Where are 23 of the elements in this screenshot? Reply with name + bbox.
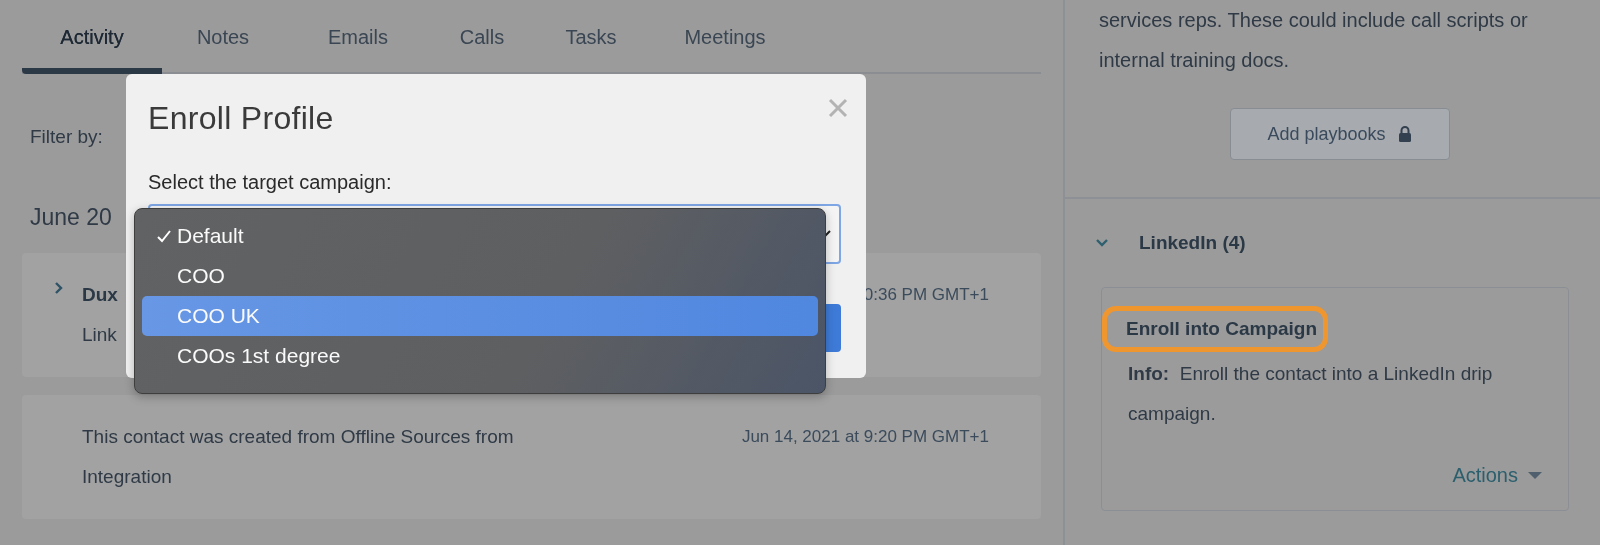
tab[interactable]: Tasks (532, 0, 650, 74)
add-playbooks-button[interactable]: Add playbooks (1229, 108, 1450, 160)
actions-menu[interactable]: Actions (1452, 464, 1542, 487)
activity-text: Link (82, 323, 117, 347)
activity-text: This contact was created from Offline Sources from Integration (82, 425, 515, 489)
timestamp: Jun 14, 2021 at 9:20 PM GMT+1 (741, 426, 989, 448)
help-text: services reps. These could include call scripts or internal training docs. (1099, 8, 1529, 73)
tab[interactable]: Emails (284, 0, 432, 74)
tab[interactable]: Meetings (650, 0, 800, 74)
tab[interactable]: Notes (162, 0, 284, 74)
dropdown-option[interactable]: COO (142, 256, 818, 296)
tab[interactable]: Calls (432, 0, 532, 74)
activity-title: Dux (82, 283, 118, 307)
dropdown-option[interactable]: COO UK (142, 296, 818, 336)
filter-label: Filter by: (30, 126, 103, 148)
section-title[interactable]: LinkedIn (4) (1139, 232, 1246, 254)
dropdown-option[interactable]: COOs 1st degree (142, 336, 818, 376)
date-heading: June 20 (30, 204, 112, 231)
action-info: Info: Enroll the contact into a LinkedIn drip campaign. (1128, 362, 1494, 426)
dropdown-option[interactable]: Default (142, 216, 818, 256)
modal-title: Enroll Profile (148, 100, 334, 137)
field-label: Select the target campaign: (148, 171, 392, 194)
action-title: Enroll into Campaign (1126, 317, 1318, 341)
